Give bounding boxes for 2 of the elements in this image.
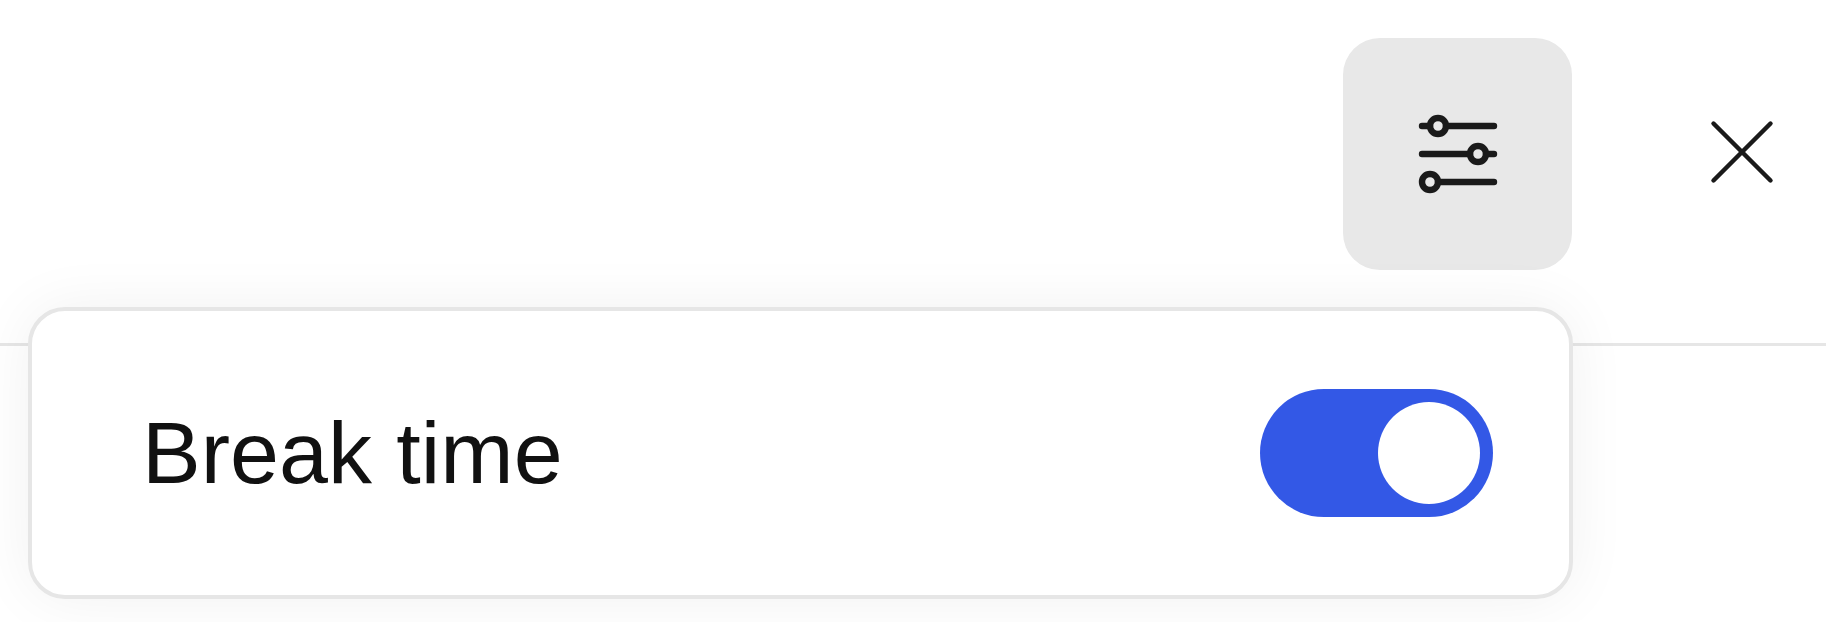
filter-settings-button[interactable]: [1343, 38, 1572, 270]
setting-label: Break time: [142, 402, 563, 504]
